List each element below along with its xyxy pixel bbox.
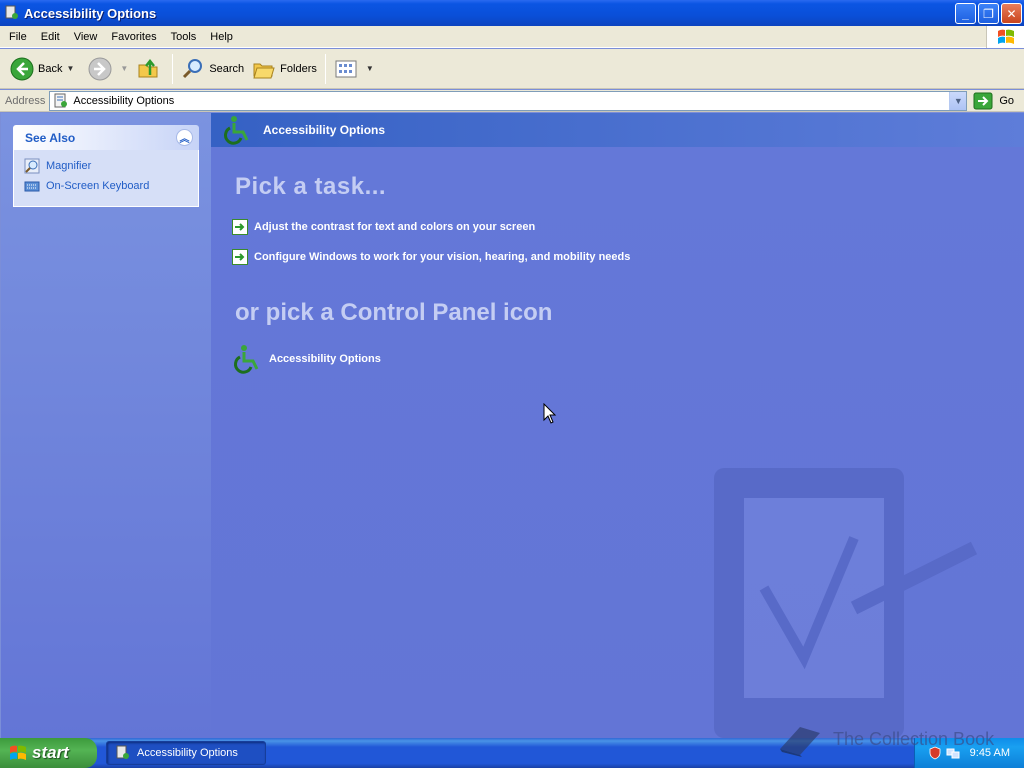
menu-bar: File Edit View Favorites Tools Help — [0, 26, 1024, 48]
menu-view[interactable]: View — [67, 26, 105, 48]
views-icon — [335, 60, 357, 77]
task-arrow-icon — [232, 219, 248, 235]
task-label: Adjust the contrast for text and colors … — [254, 221, 536, 233]
see-also-keyboard-link[interactable]: On-Screen Keyboard — [24, 176, 188, 196]
mouse-pointer-icon — [543, 403, 557, 424]
address-value: Accessibility Options — [73, 94, 175, 107]
close-button[interactable]: ✕ — [1001, 3, 1022, 24]
menu-file[interactable]: File — [0, 26, 34, 48]
folders-label: Folders — [280, 62, 317, 75]
accessibility-app-icon — [5, 5, 18, 19]
task-adjust-contrast[interactable]: Adjust the contrast for text and colors … — [232, 219, 535, 235]
pick-icon-heading: or pick a Control Panel icon — [235, 299, 553, 326]
menu-favorites[interactable]: Favorites — [104, 26, 163, 48]
go-arrow-icon — [973, 92, 993, 109]
accessibility-options-icon-link[interactable]: Accessibility Options — [231, 343, 381, 375]
toolbar-separator — [172, 53, 174, 84]
start-label: start — [32, 743, 69, 762]
go-button[interactable]: Go — [973, 92, 1014, 110]
window-title: Accessibility Options — [24, 5, 157, 21]
back-button[interactable]: Back ▼ — [6, 52, 78, 86]
brand-text: The Collection Book — [833, 728, 995, 749]
main-content: Accessibility Options Pick a task... Adj… — [211, 113, 1024, 738]
collapse-chevron-icon[interactable]: ︽ — [176, 129, 193, 146]
task-arrow-icon — [232, 249, 248, 265]
folders-icon — [253, 63, 275, 78]
back-label: Back — [38, 62, 63, 75]
back-arrow-icon — [10, 57, 34, 80]
up-folder-icon — [138, 58, 158, 77]
wheelchair-icon — [234, 345, 259, 374]
see-also-header[interactable]: See Also ︽ — [13, 125, 199, 150]
book-icon — [780, 727, 820, 757]
go-label: Go — [999, 94, 1015, 107]
title-bar[interactable]: Accessibility Options _ ❐ ✕ — [0, 0, 1024, 26]
search-button[interactable]: Search — [177, 52, 248, 86]
start-button[interactable]: start — [0, 738, 97, 768]
menu-edit[interactable]: Edit — [34, 26, 67, 48]
wheelchair-icon — [224, 116, 249, 145]
address-bar: Address Accessibility Options ▼ Go — [0, 90, 1024, 112]
windows-flag-icon — [10, 745, 26, 760]
checklist-watermark-icon — [714, 468, 978, 738]
back-dropdown-icon[interactable]: ▼ — [66, 64, 74, 73]
accessibility-page-icon — [54, 93, 68, 107]
taskbar-window-button[interactable]: Accessibility Options — [106, 741, 266, 765]
magnifier-icon — [24, 158, 40, 174]
see-also-list: Magnifier On-Screen Keyboard — [13, 150, 199, 207]
search-icon — [183, 58, 203, 78]
see-also-magnifier-link[interactable]: Magnifier — [24, 156, 188, 176]
see-also-title: See Also — [25, 130, 76, 145]
magnifier-label: Magnifier — [46, 160, 92, 172]
category-title: Accessibility Options — [263, 123, 386, 137]
up-folder-button[interactable] — [132, 52, 168, 86]
menu-help[interactable]: Help — [203, 26, 240, 48]
forward-arrow-icon — [88, 57, 112, 80]
see-also-panel: See Also ︽ Magnifier On-Screen Keyboard — [13, 125, 199, 207]
folders-button[interactable]: Folders — [248, 52, 321, 86]
views-dropdown-icon[interactable]: ▼ — [366, 64, 374, 73]
menu-tools[interactable]: Tools — [164, 26, 204, 48]
taskbar-window-label: Accessibility Options — [137, 747, 238, 759]
keyboard-icon — [24, 181, 40, 192]
task-label: Configure Windows to work for your visio… — [254, 251, 631, 263]
address-dropdown-icon[interactable]: ▼ — [949, 91, 967, 110]
search-label: Search — [209, 62, 245, 75]
forward-button[interactable]: ▼ — [84, 52, 132, 86]
accessibility-app-icon — [116, 745, 129, 759]
task-pane: See Also ︽ Magnifier On-Screen Keyboard — [1, 113, 211, 738]
collection-book-watermark: The Collection Book — [775, 719, 994, 759]
forward-dropdown-icon[interactable]: ▼ — [120, 64, 128, 73]
category-header: Accessibility Options — [211, 113, 1024, 147]
icon-link-label: Accessibility Options — [269, 353, 381, 365]
standard-toolbar: Back ▼ ▼ Search Folders ▼ — [0, 49, 1024, 89]
keyboard-label: On-Screen Keyboard — [46, 180, 150, 192]
pick-task-heading: Pick a task... — [235, 173, 387, 200]
restore-button[interactable]: ❐ — [978, 3, 999, 24]
address-label: Address — [5, 94, 46, 107]
windows-logo-icon — [986, 26, 1024, 48]
toolbar-separator — [324, 53, 326, 84]
task-configure-windows[interactable]: Configure Windows to work for your visio… — [232, 249, 630, 265]
views-button[interactable]: ▼ — [330, 52, 378, 86]
minimize-button[interactable]: _ — [955, 3, 976, 24]
address-field[interactable]: Accessibility Options ▼ — [49, 90, 968, 111]
